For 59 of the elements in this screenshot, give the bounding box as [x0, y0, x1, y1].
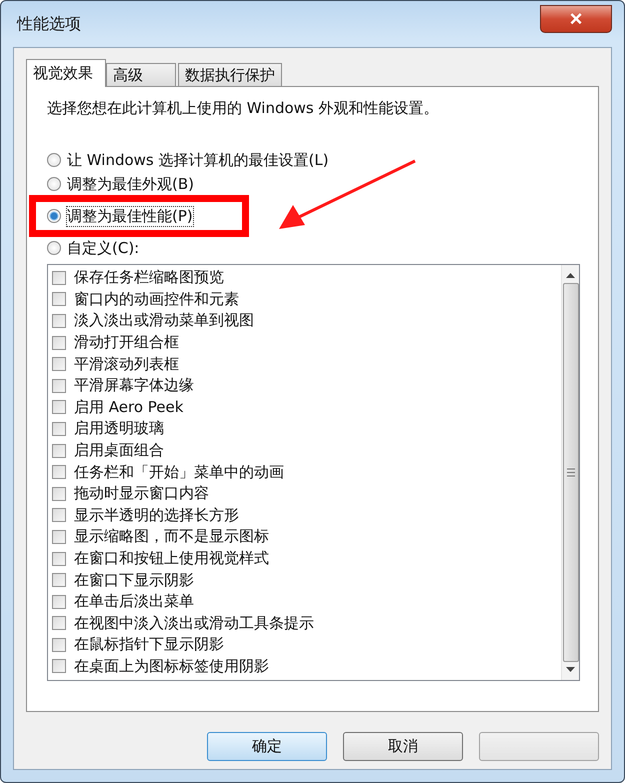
checkbox-label[interactable]: 显示缩略图，而不是显示图标	[74, 527, 269, 546]
checkbox-label[interactable]: 窗口内的动画控件和元素	[74, 290, 239, 309]
checkbox[interactable]	[52, 486, 66, 501]
scroll-up-icon[interactable]	[566, 273, 575, 279]
scrollbar[interactable]	[561, 265, 579, 680]
checkbox[interactable]	[52, 573, 66, 588]
checkbox[interactable]	[52, 400, 66, 414]
checkbox[interactable]	[52, 530, 66, 544]
window-title: 性能选项	[16, 14, 81, 34]
checkbox[interactable]	[52, 314, 66, 328]
checkbox-label[interactable]: 在窗口下显示阴影	[74, 570, 194, 590]
checkbox-label[interactable]: 保存任务栏缩略图预览	[74, 268, 224, 288]
scroll-thumb[interactable]	[562, 283, 578, 662]
checkbox-label[interactable]: 启用透明玻璃	[74, 419, 164, 438]
radio-button[interactable]	[47, 241, 61, 255]
radio-label[interactable]: 自定义(C):	[67, 238, 140, 258]
scroll-down-icon[interactable]	[566, 666, 575, 672]
checkbox-label[interactable]: 显示半透明的选择长方形	[74, 506, 239, 525]
dialog-button[interactable]: 确定	[207, 732, 327, 761]
grip-icon	[566, 468, 574, 477]
checkbox-label[interactable]: 启用 Aero Peek	[74, 398, 184, 417]
checkbox-label[interactable]: 启用桌面组合	[74, 441, 164, 460]
checkbox-label[interactable]: 任务栏和「开始」菜单中的动画	[74, 462, 284, 482]
checkbox[interactable]	[52, 659, 66, 674]
radio-label[interactable]: 让 Windows 选择计算机的最佳设置(L)	[67, 150, 329, 170]
checkbox[interactable]	[52, 552, 66, 566]
checkbox-label[interactable]: 拖动时显示窗口内容	[74, 484, 209, 504]
close-button[interactable]: ×	[540, 5, 612, 33]
tab[interactable]: 数据执行保护	[178, 63, 282, 87]
checkbox[interactable]	[52, 616, 66, 630]
checkbox-label[interactable]: 在窗口和按钮上使用视觉样式	[74, 549, 269, 568]
checkbox[interactable]	[52, 422, 66, 436]
checkbox[interactable]	[52, 292, 66, 306]
checkbox-label[interactable]: 平滑滚动列表框	[74, 354, 179, 374]
checkbox[interactable]	[52, 357, 66, 372]
checkbox-label[interactable]: 滑动打开组合框	[74, 333, 179, 352]
checkbox[interactable]	[52, 270, 66, 285]
intro-text: 选择您想在此计算机上使用的 Windows 外观和性能设置。	[47, 99, 440, 118]
checkbox-label[interactable]: 在单击后淡出菜单	[74, 592, 194, 612]
checkbox-label[interactable]: 在桌面上为图标标签使用阴影	[74, 656, 269, 676]
radio-label[interactable]: 调整为最佳外观(B)	[67, 174, 194, 194]
checkbox[interactable]	[52, 444, 66, 458]
checkbox-label[interactable]: 在视图中淡入淡出或滑动工具条提示	[74, 614, 314, 633]
checkbox-label[interactable]: 淡入淡出或滑动菜单到视图	[74, 311, 254, 330]
radio-button[interactable]	[47, 153, 61, 167]
checkbox[interactable]	[52, 336, 66, 350]
checkbox[interactable]	[52, 378, 66, 393]
checkbox[interactable]	[52, 465, 66, 480]
checkbox[interactable]	[52, 638, 66, 652]
checkbox-label[interactable]: 平滑屏幕字体边缘	[74, 376, 194, 396]
tab[interactable]: 视觉效果	[26, 59, 106, 87]
checkbox-label[interactable]: 在鼠标指针下显示阴影	[74, 635, 224, 654]
radio-button[interactable]	[47, 177, 61, 191]
radio-label[interactable]: 调整为最佳性能(P)	[67, 206, 193, 226]
checkbox[interactable]	[52, 594, 66, 609]
tab[interactable]: 高级	[106, 63, 176, 87]
radio-button[interactable]	[47, 209, 61, 223]
checkbox[interactable]	[52, 508, 66, 522]
dialog-button[interactable]: 取消	[343, 732, 463, 761]
